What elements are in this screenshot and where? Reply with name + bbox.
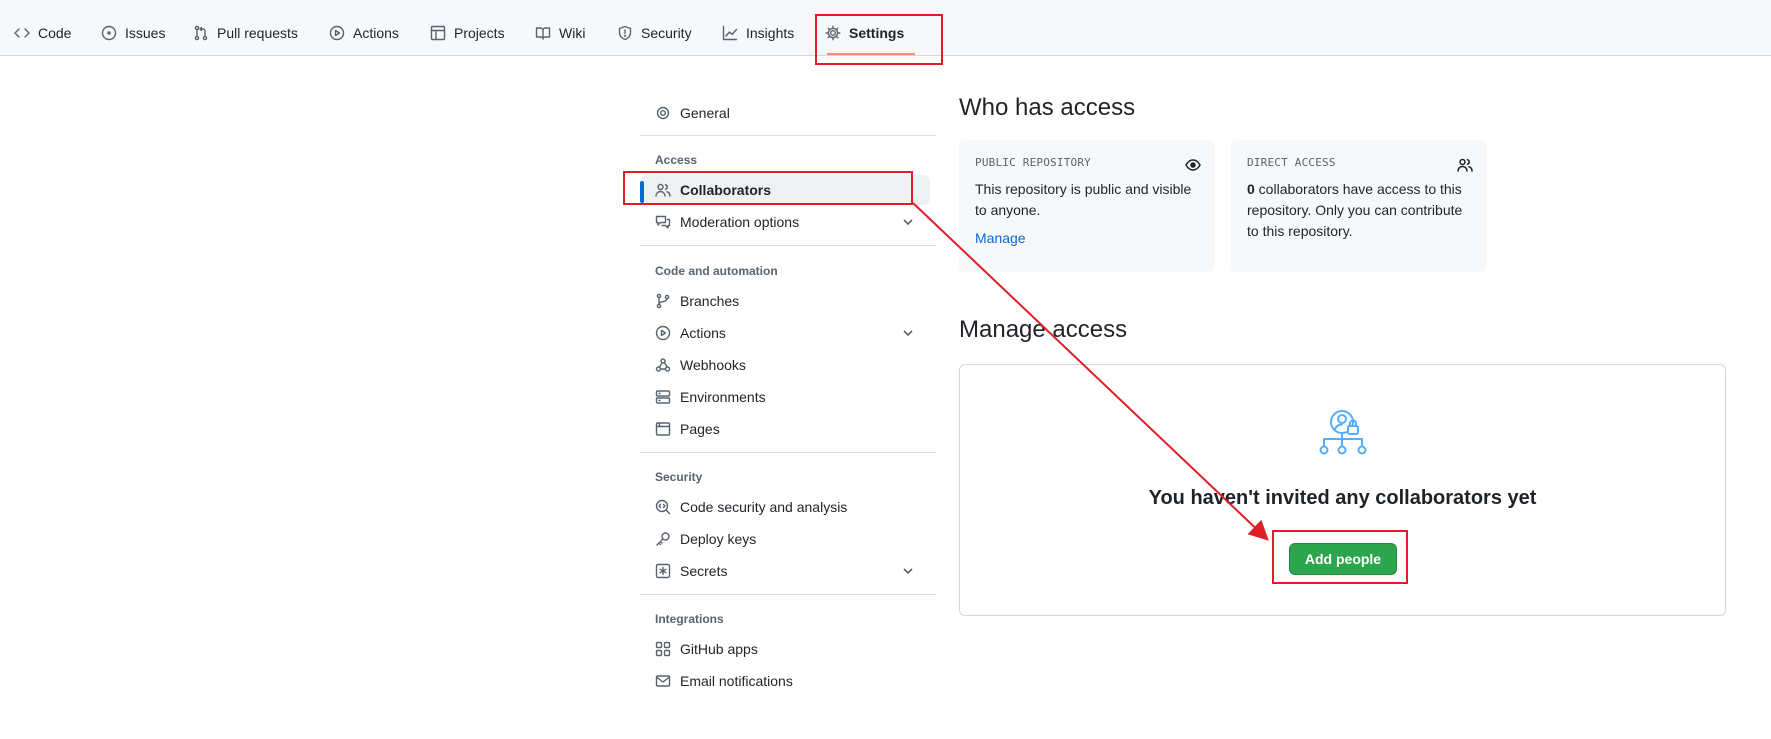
sidebar-divider bbox=[640, 135, 936, 136]
sidebar-item-secrets[interactable]: Secrets bbox=[640, 556, 930, 586]
sidebar-heading-code-automation: Code and automation bbox=[655, 264, 778, 278]
repo-navigation: Code Issues Pull requests Actions Projec… bbox=[0, 0, 1771, 56]
empty-state-title: You haven't invited any collaborators ye… bbox=[1148, 487, 1537, 509]
collaborators-empty-state: You haven't invited any collaborators ye… bbox=[959, 364, 1726, 616]
apps-icon bbox=[655, 641, 671, 657]
people-lock-icon bbox=[1319, 410, 1367, 455]
play-icon bbox=[655, 325, 671, 341]
manage-access-title: Manage access bbox=[959, 316, 1128, 343]
sidebar-item-webhooks[interactable]: Webhooks bbox=[640, 350, 930, 380]
tab-security[interactable]: Security bbox=[617, 19, 692, 47]
webhook-icon bbox=[655, 358, 671, 372]
sidebar-item-github-apps[interactable]: GitHub apps bbox=[640, 634, 930, 664]
table-icon bbox=[430, 25, 446, 41]
public-repository-card: PUBLIC REPOSITORY This repository is pub… bbox=[959, 140, 1215, 272]
sidebar-heading-access: Access bbox=[655, 153, 698, 167]
direct-access-card: DIRECT ACCESS 0 collaborators have acces… bbox=[1231, 140, 1487, 272]
server-icon bbox=[655, 390, 671, 404]
tab-pull-requests[interactable]: Pull requests bbox=[193, 19, 298, 47]
who-has-access-title: Who has access bbox=[959, 94, 1136, 121]
manage-link[interactable]: Manage bbox=[975, 230, 1199, 246]
public-repository-label: PUBLIC REPOSITORY bbox=[975, 156, 1091, 169]
codescan-icon bbox=[655, 499, 671, 515]
people-icon bbox=[655, 183, 671, 197]
comment-discussion-icon bbox=[655, 215, 671, 229]
sidebar-item-code-security[interactable]: Code security and analysis bbox=[640, 492, 930, 522]
tab-projects[interactable]: Projects bbox=[430, 19, 505, 47]
active-tab-underline bbox=[827, 53, 915, 55]
mail-icon bbox=[655, 675, 671, 687]
branch-icon bbox=[656, 293, 670, 309]
sidebar-item-actions[interactable]: Actions bbox=[640, 318, 930, 348]
browser-icon bbox=[655, 422, 671, 436]
people-icon bbox=[1457, 158, 1473, 172]
play-icon bbox=[329, 25, 345, 41]
sidebar-heading-integrations: Integrations bbox=[655, 612, 724, 626]
tab-actions[interactable]: Actions bbox=[329, 19, 399, 47]
sidebar-divider bbox=[640, 594, 936, 595]
sidebar-divider bbox=[640, 245, 936, 246]
shield-icon bbox=[618, 25, 632, 41]
asterisk-icon bbox=[655, 563, 671, 579]
key-icon bbox=[656, 532, 670, 546]
tab-issues[interactable]: Issues bbox=[101, 19, 165, 47]
sidebar-heading-security: Security bbox=[655, 470, 703, 484]
gear-icon bbox=[825, 25, 841, 41]
public-repository-text: This repository is public and visible to… bbox=[975, 181, 1192, 218]
sidebar-item-deploy-keys[interactable]: Deploy keys bbox=[640, 524, 930, 554]
sidebar-item-environments[interactable]: Environments bbox=[640, 382, 930, 412]
sidebar-item-email-notifications[interactable]: Email notifications bbox=[640, 666, 930, 696]
tab-settings[interactable]: Settings bbox=[825, 19, 904, 47]
eye-icon bbox=[1185, 159, 1201, 171]
chevron-down-icon bbox=[903, 330, 913, 337]
graph-icon bbox=[722, 25, 738, 41]
sidebar-item-moderation[interactable]: Moderation options bbox=[640, 207, 930, 237]
sidebar-item-pages[interactable]: Pages bbox=[640, 414, 930, 444]
tab-wiki[interactable]: Wiki bbox=[535, 19, 585, 47]
collaborator-count: 0 bbox=[1247, 181, 1255, 197]
tab-code[interactable]: Code bbox=[14, 19, 71, 47]
book-icon bbox=[535, 27, 551, 40]
tab-insights[interactable]: Insights bbox=[722, 19, 794, 47]
direct-access-text: 0 collaborators have access to this repo… bbox=[1247, 181, 1463, 239]
sidebar-item-general[interactable]: General bbox=[640, 98, 930, 128]
code-icon bbox=[14, 28, 30, 38]
gear-icon bbox=[656, 106, 670, 120]
pull-request-icon bbox=[194, 25, 208, 41]
sidebar-item-branches[interactable]: Branches bbox=[640, 286, 930, 316]
add-people-button[interactable]: Add people bbox=[1289, 543, 1397, 575]
direct-access-label: DIRECT ACCESS bbox=[1247, 156, 1336, 169]
chevron-down-icon bbox=[903, 568, 913, 575]
sidebar-divider bbox=[640, 452, 936, 453]
sidebar-item-collaborators[interactable]: Collaborators bbox=[640, 175, 930, 205]
chevron-down-icon bbox=[903, 219, 913, 226]
issue-icon bbox=[101, 25, 117, 41]
